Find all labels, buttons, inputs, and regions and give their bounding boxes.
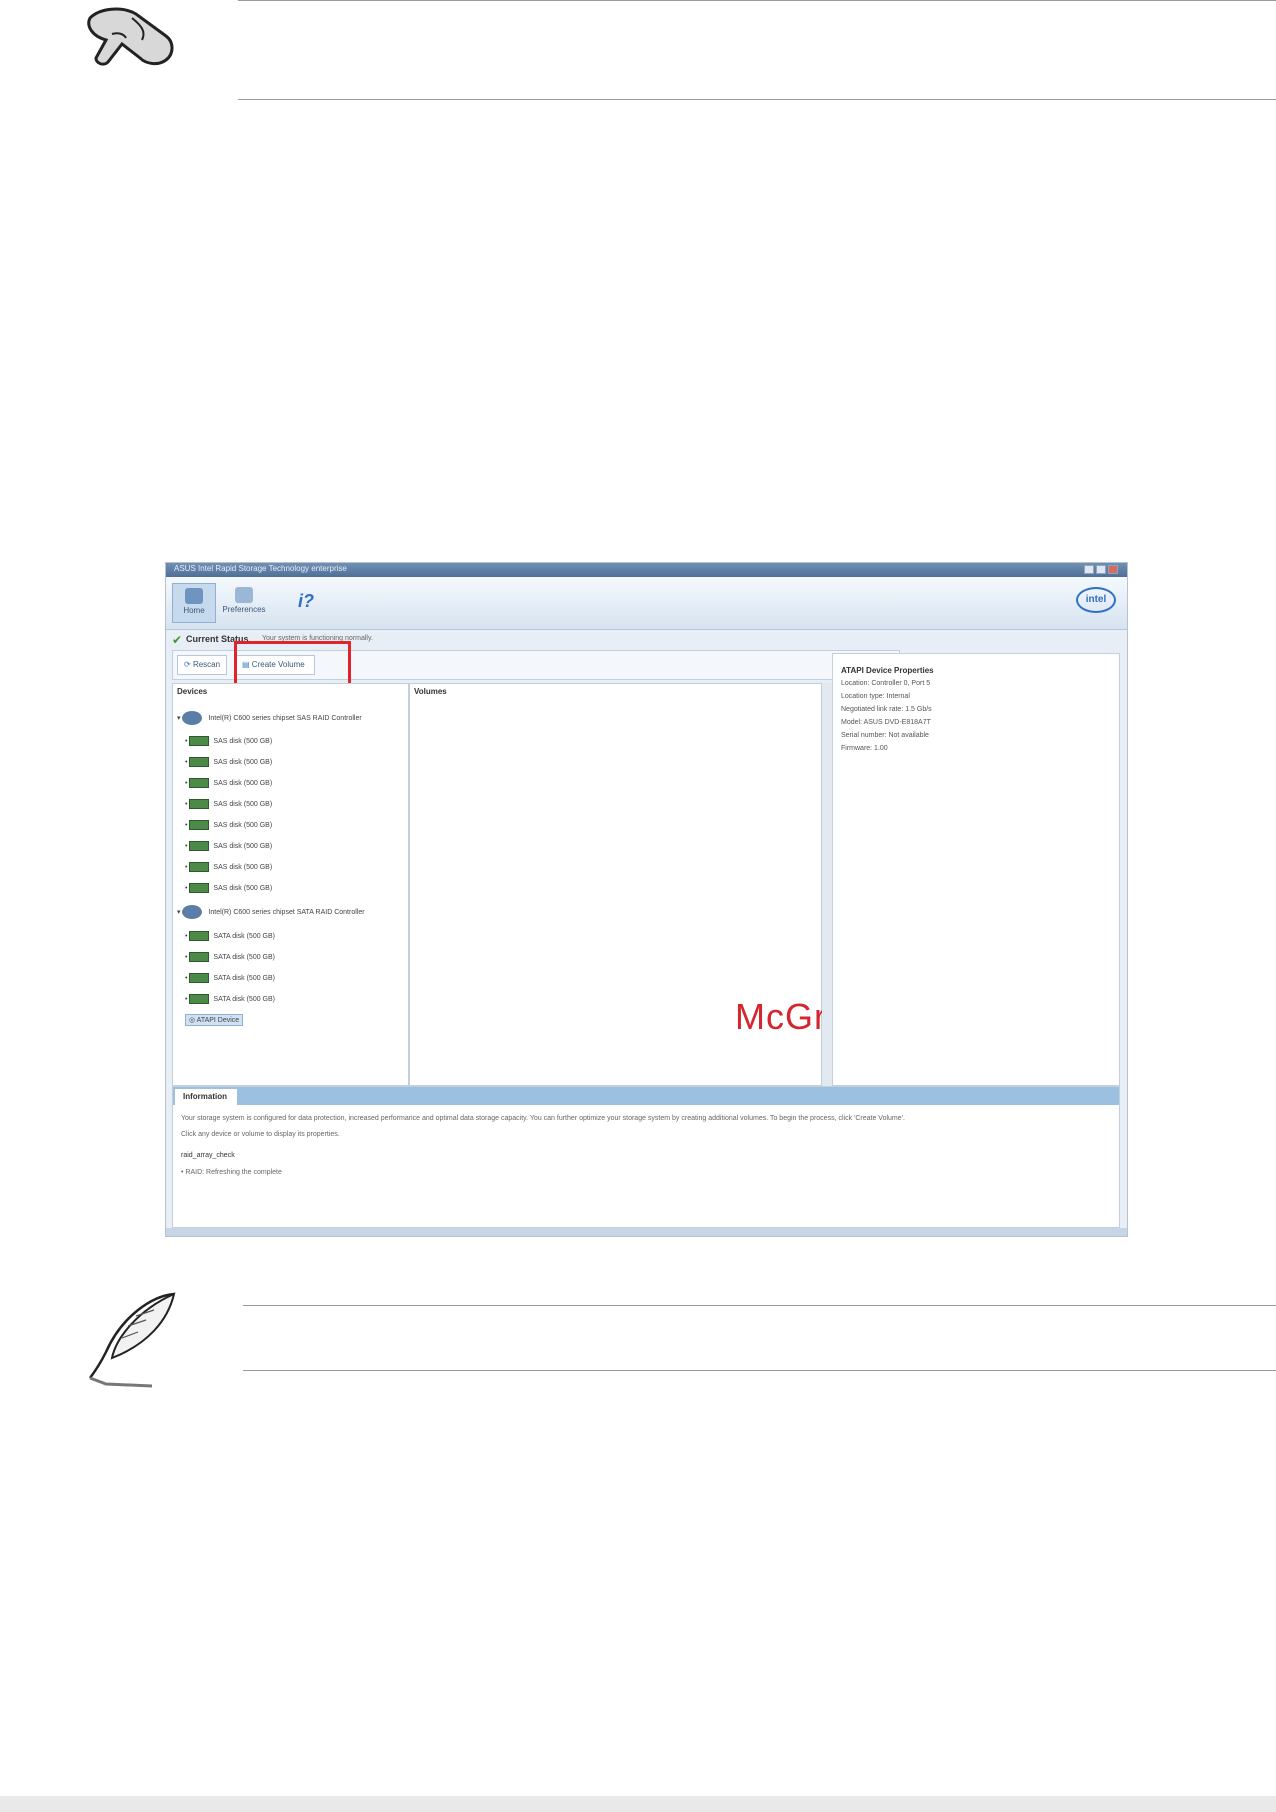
disk-label: SAS disk (500 GB) (213, 821, 273, 829)
information-tabstrip: Information (173, 1087, 1119, 1105)
create-volume-highlight-box (234, 641, 351, 687)
disk-label: SAS disk (500 GB) (213, 842, 273, 850)
minimize-button[interactable] (1084, 565, 1094, 574)
tab-home-label: Home (183, 606, 205, 615)
help-icon[interactable]: i? (298, 591, 314, 612)
disk-item[interactable]: • SATA disk (500 GB) (185, 973, 275, 983)
disk-label: SAS disk (500 GB) (213, 884, 273, 892)
rescan-button[interactable]: ⟳ Rescan (177, 655, 227, 675)
disk-item[interactable]: • SAS disk (500 GB) (185, 778, 272, 788)
property-row: Model: ASUS DVD-E818A7T (841, 719, 931, 726)
disk-item[interactable]: • SAS disk (500 GB) (185, 883, 272, 893)
disk-label: SATA disk (500 GB) (213, 953, 276, 961)
rescan-icon: ⟳ (184, 660, 191, 669)
disk-item[interactable]: • SATA disk (500 GB) (185, 931, 275, 941)
disk-item[interactable]: • SAS disk (500 GB) (185, 820, 272, 830)
property-row: Location type: Internal (841, 693, 910, 700)
property-row: Negotiated link rate: 1.5 Gb/s (841, 706, 932, 713)
close-button[interactable] (1108, 565, 1118, 574)
disk-icon (189, 778, 210, 788)
disk-label: ATAPI Device (196, 1017, 240, 1024)
disk-label: SAS disk (500 GB) (213, 800, 273, 808)
check-icon: ✔ (172, 633, 183, 647)
disk-label: SATA disk (500 GB) (213, 995, 276, 1003)
log-entry: • RAID: Refreshing the complete (181, 1169, 282, 1176)
devices-header: Devices (177, 687, 208, 696)
disk-icon (189, 820, 210, 830)
disk-item[interactable]: • SAS disk (500 GB) (185, 841, 272, 851)
panel-splitter[interactable] (822, 683, 832, 1086)
disk-label: SAS disk (500 GB) (213, 758, 273, 766)
ribbon: Home Preferences i? intel (166, 577, 1127, 630)
optical-drive-icon: ◎ (189, 1017, 197, 1024)
collapse-icon: ▾ (177, 714, 181, 722)
disk-icon (189, 841, 210, 851)
top-rule-lower (238, 99, 1276, 100)
property-row: Location: Controller 0, Port 5 (841, 680, 931, 687)
volumes-header: Volumes (414, 687, 447, 696)
properties-panel: ATAPI Device Properties Location: Contro… (832, 653, 1120, 1086)
controller-icon (182, 905, 203, 919)
disk-item-selected[interactable]: ◎ ATAPI Device (185, 1014, 244, 1026)
controller-label: Intel(R) C600 series chipset SATA RAID C… (208, 908, 365, 916)
disk-icon (189, 883, 210, 893)
window-titlebar: ASUS Intel Rapid Storage Technology ente… (166, 563, 1127, 577)
disk-item[interactable]: • SATA disk (500 GB) (185, 994, 275, 1004)
caution-hand-icon (87, 7, 174, 66)
tab-information[interactable]: Information (175, 1089, 237, 1105)
top-rule-upper (238, 0, 1276, 1)
disk-icon (189, 862, 210, 872)
disk-icon (189, 736, 210, 746)
tab-home[interactable]: Home (172, 583, 216, 623)
intel-logo: intel (1076, 587, 1116, 613)
rst-window-screenshot: ASUS Intel Rapid Storage Technology ente… (165, 562, 1128, 1237)
controller-icon (182, 711, 203, 725)
volumes-panel: Volumes McGrp.Ru (409, 683, 906, 1086)
controller-sata[interactable]: ▾ Intel(R) C600 series chipset SATA RAID… (177, 905, 365, 919)
disk-label: SAS disk (500 GB) (213, 863, 273, 871)
disk-item[interactable]: • SAS disk (500 GB) (185, 862, 272, 872)
disk-label: SATA disk (500 GB) (213, 974, 276, 982)
tab-preferences[interactable]: Preferences (222, 583, 266, 623)
controller-label: Intel(R) C600 series chipset SAS RAID Co… (208, 714, 362, 722)
maximize-button[interactable] (1096, 565, 1106, 574)
page-bottom-band (0, 1796, 1276, 1812)
disk-icon (189, 994, 210, 1004)
disk-item[interactable]: • SATA disk (500 GB) (185, 952, 275, 962)
preferences-icon (235, 587, 253, 603)
disk-icon (189, 973, 210, 983)
window-title: ASUS Intel Rapid Storage Technology ente… (174, 564, 347, 573)
disk-label: SAS disk (500 GB) (213, 779, 273, 787)
controller-sas[interactable]: ▾ Intel(R) C600 series chipset SAS RAID … (177, 711, 362, 725)
property-row: Firmware: 1.00 (841, 745, 888, 752)
disk-icon (189, 799, 210, 809)
property-row: Serial number: Not available (841, 732, 929, 739)
disk-item[interactable]: • SAS disk (500 GB) (185, 799, 272, 809)
information-panel: Information Your storage system is confi… (172, 1086, 1120, 1228)
home-icon (185, 588, 203, 604)
disk-icon (189, 952, 210, 962)
information-text: Your storage system is configured for da… (181, 1115, 905, 1122)
devices-panel: Devices ▾ Intel(R) C600 series chipset S… (172, 683, 409, 1086)
note-feather-icon (88, 1292, 176, 1388)
information-hint: Click any device or volume to display it… (181, 1131, 340, 1138)
disk-label: SATA disk (500 GB) (213, 932, 276, 940)
disk-icon (189, 931, 210, 941)
window-bottom-strip (166, 1228, 1127, 1236)
disk-icon (189, 757, 210, 767)
note-rule-upper (243, 1305, 1276, 1306)
disk-item[interactable]: • SAS disk (500 GB) (185, 757, 272, 767)
tab-preferences-label: Preferences (222, 605, 266, 614)
disk-label: SAS disk (500 GB) (213, 737, 273, 745)
properties-title: ATAPI Device Properties (841, 666, 934, 675)
collapse-icon: ▾ (177, 908, 181, 916)
disk-item[interactable]: • SAS disk (500 GB) (185, 736, 272, 746)
log-name[interactable]: raid_array_check (181, 1152, 235, 1159)
rescan-label: Rescan (192, 660, 221, 669)
note-rule-lower (243, 1370, 1276, 1371)
